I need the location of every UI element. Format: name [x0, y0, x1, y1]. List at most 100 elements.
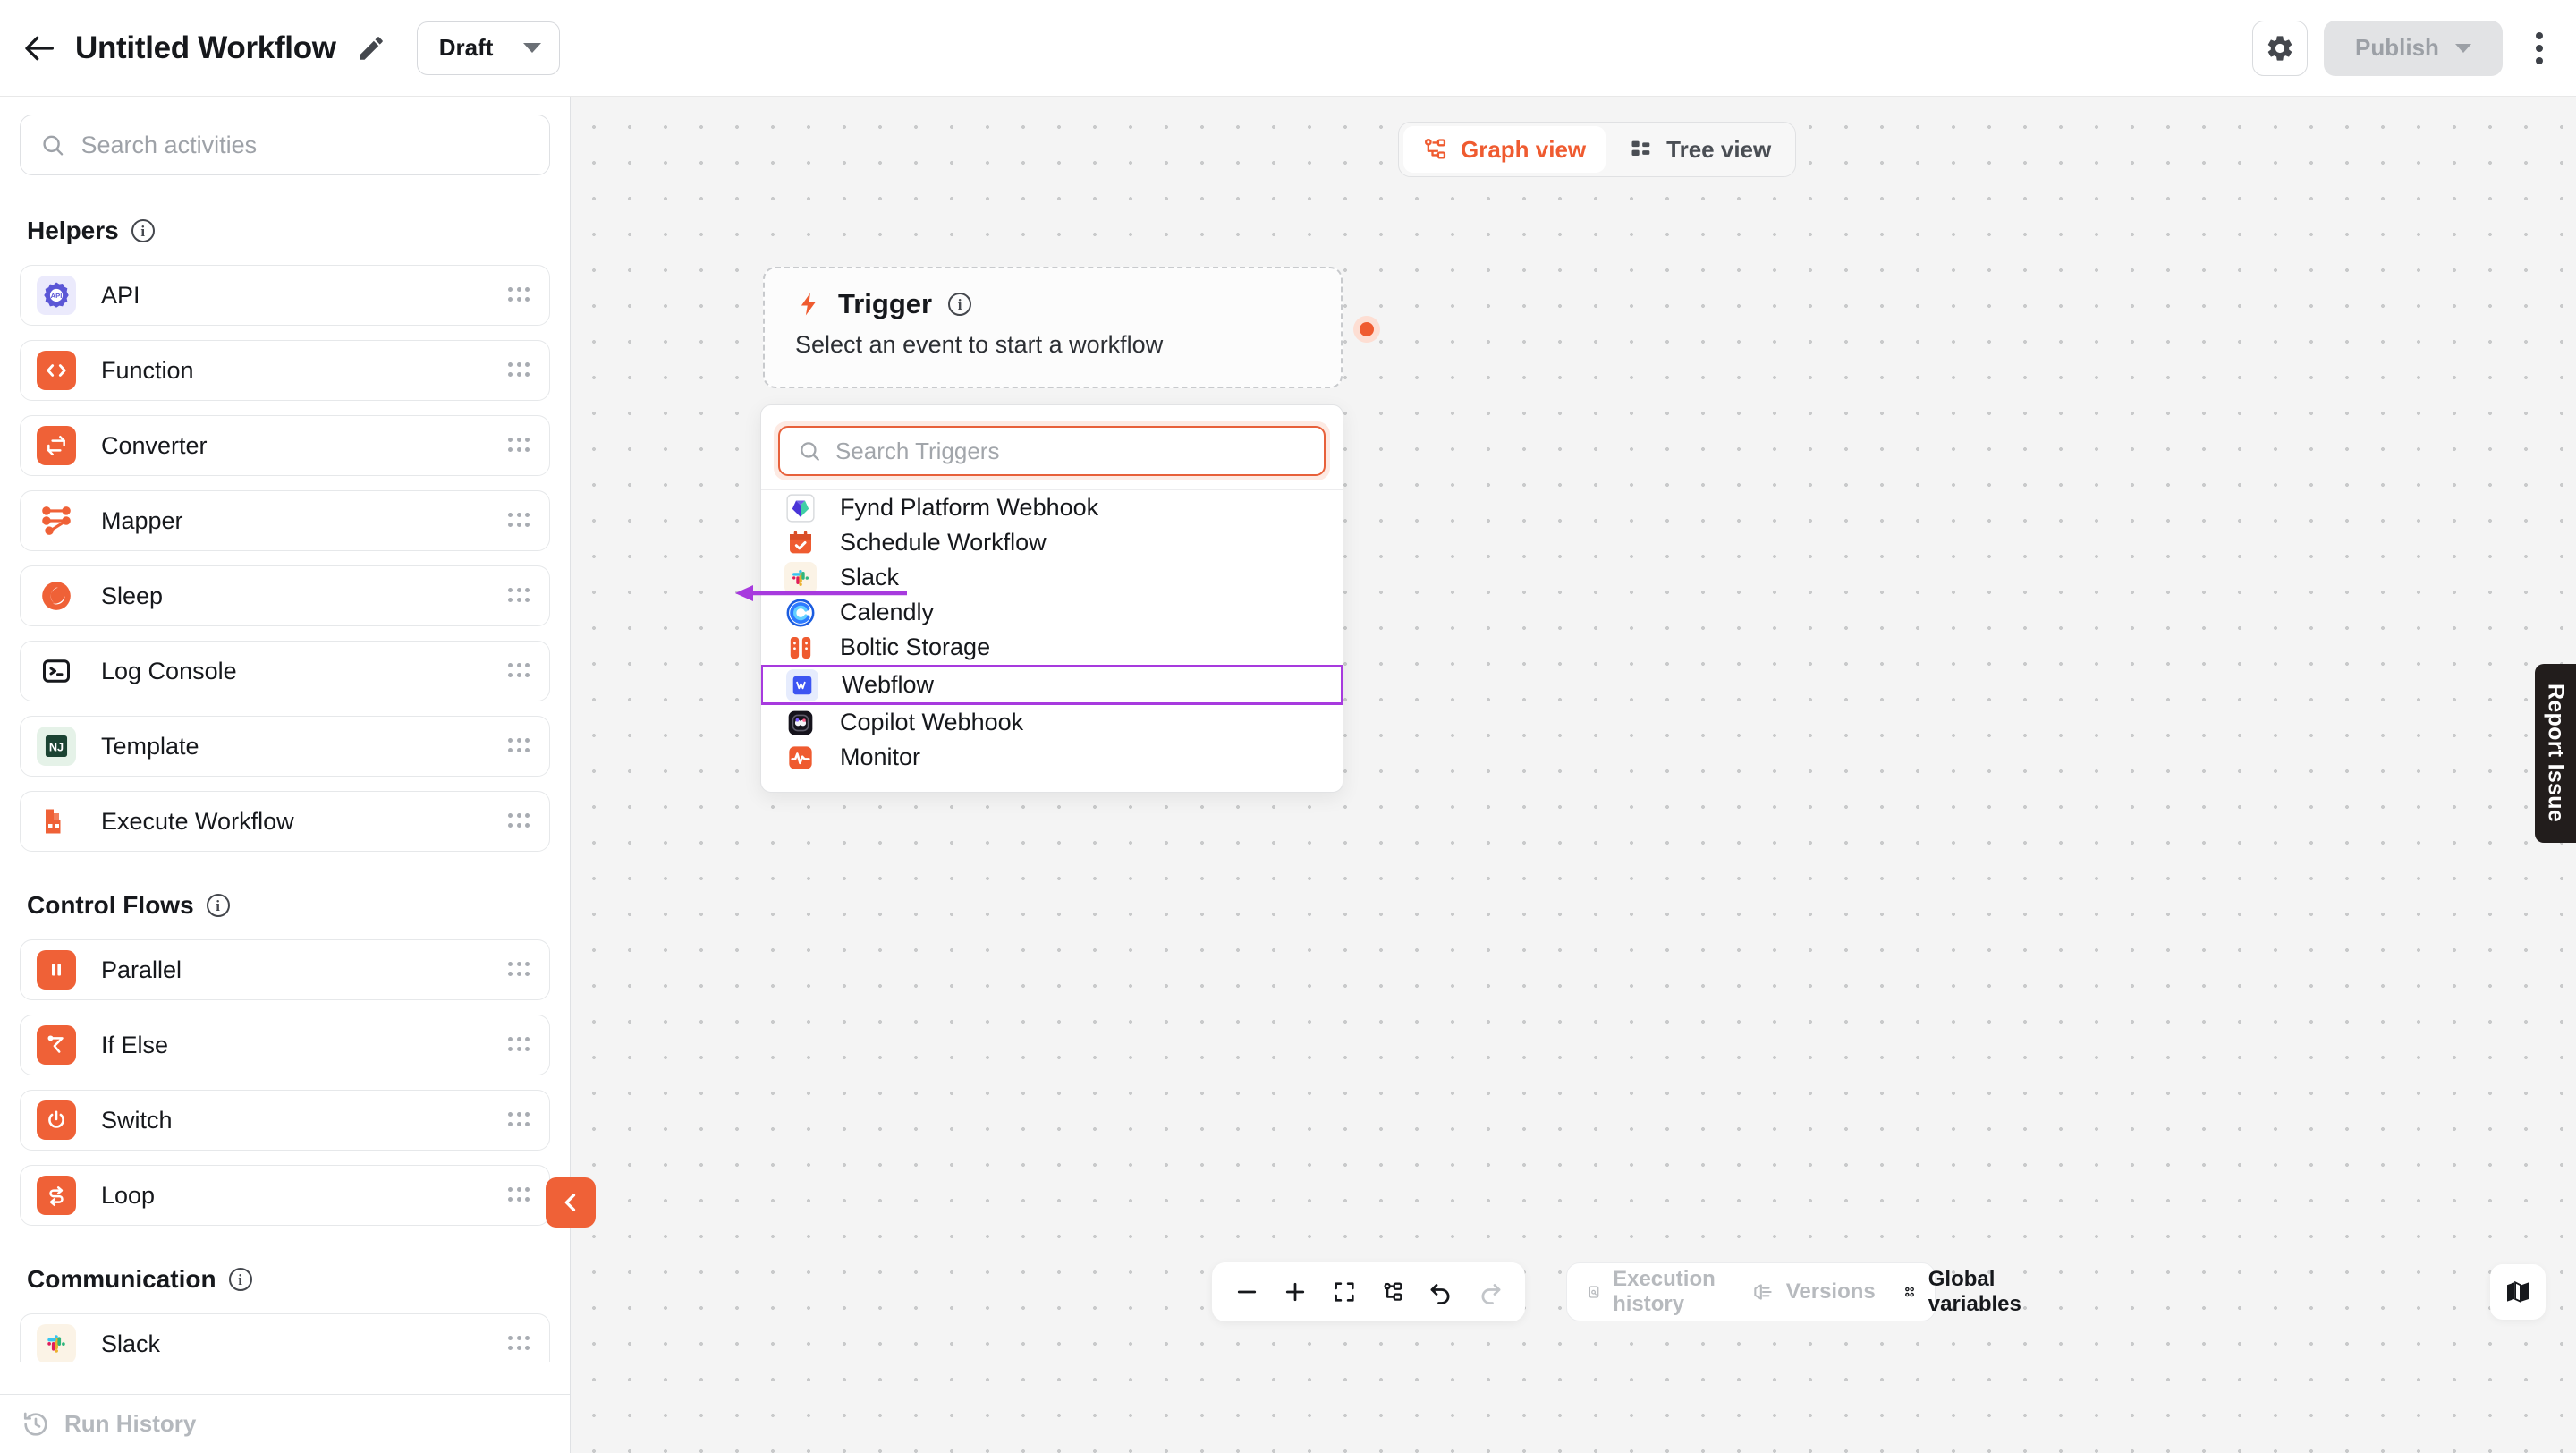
info-icon[interactable]: i — [948, 293, 972, 316]
trigger-item-label: Copilot Webhook — [840, 709, 1024, 735]
bolt-icon — [801, 293, 816, 316]
workflow-canvas[interactable]: Graph view Tree view Trigger i Select an… — [571, 97, 2576, 1453]
redo-icon[interactable] — [1470, 1271, 1511, 1313]
sidebar-item-label: Slack — [101, 1330, 161, 1357]
trigger-item-label: Boltic Storage — [840, 633, 991, 660]
search-activities-box[interactable] — [20, 115, 550, 175]
drag-handle-icon[interactable] — [508, 513, 531, 529]
sidebar-item-log-console[interactable]: Log Console — [20, 641, 550, 701]
publish-button[interactable]: Publish — [2324, 20, 2503, 76]
group-title: Communication — [27, 1265, 216, 1293]
minimap-button[interactable] — [2490, 1264, 2546, 1320]
nunjucks-icon: NJ — [37, 726, 76, 766]
search-activities-input[interactable] — [80, 131, 530, 159]
monitor-pulse-icon — [784, 742, 817, 774]
trigger-item-fynd-platform-webhook[interactable]: Fynd Platform Webhook — [761, 490, 1343, 525]
drag-handle-icon[interactable] — [508, 438, 531, 454]
zoom-out-icon[interactable] — [1226, 1271, 1267, 1313]
pencil-icon[interactable] — [352, 30, 390, 67]
calendar-check-icon — [784, 527, 817, 559]
tab-graph-view[interactable]: Graph view — [1403, 126, 1606, 173]
back-arrow-icon[interactable] — [20, 28, 61, 69]
search-icon — [801, 442, 819, 461]
trigger-item-boltic-storage[interactable]: Boltic Storage — [761, 630, 1343, 665]
drag-handle-icon[interactable] — [508, 1112, 531, 1128]
fit-screen-icon[interactable] — [1324, 1271, 1365, 1313]
undo-icon[interactable] — [1420, 1271, 1462, 1313]
trigger-item-webflow[interactable]: Webflow — [761, 665, 1343, 705]
sidebar-item-label: Converter — [101, 431, 208, 459]
info-icon[interactable]: i — [228, 1268, 252, 1291]
copilot-icon — [784, 707, 817, 739]
trigger-item-copilot-webhook[interactable]: Copilot Webhook — [761, 705, 1343, 740]
sidebar-item-loop[interactable]: Loop — [20, 1165, 550, 1226]
loop-icon — [37, 1176, 76, 1215]
sidebar-item-execute-workflow[interactable]: Execute Workflow — [20, 791, 550, 852]
drag-handle-icon[interactable] — [508, 362, 531, 378]
drag-handle-icon[interactable] — [508, 738, 531, 754]
execution-history-button[interactable]: Execution history — [1587, 1267, 1724, 1317]
node-output-port[interactable] — [1353, 316, 1380, 343]
map-icon — [2507, 1280, 2529, 1304]
moon-icon — [37, 576, 76, 616]
drag-handle-icon[interactable] — [508, 588, 531, 604]
sidebar-item-label: Parallel — [101, 956, 182, 983]
run-history-label: Run History — [64, 1410, 197, 1437]
trigger-list[interactable]: Fynd Platform Webhook Schedule Workflow — [761, 489, 1343, 775]
boltic-storage-icon — [784, 632, 817, 664]
sidebar-item-function[interactable]: Function — [20, 340, 550, 401]
versions-button[interactable]: Versions — [1751, 1279, 1876, 1304]
tab-tree-view[interactable]: Tree view — [1609, 126, 1791, 173]
drag-handle-icon[interactable] — [508, 1187, 531, 1203]
report-issue-tab[interactable]: Report Issue — [2535, 664, 2576, 843]
gear-icon[interactable] — [2252, 20, 2308, 76]
trigger-node[interactable]: Trigger i Select an event to start a wor… — [763, 267, 1343, 388]
trigger-item-label: Fynd Platform Webhook — [840, 494, 1099, 521]
sidebar-collapse-button[interactable] — [546, 1177, 596, 1228]
sidebar-item-template[interactable]: NJ Template — [20, 716, 550, 777]
zoom-toolbar — [1212, 1262, 1525, 1321]
info-icon[interactable]: i — [131, 219, 155, 242]
sidebar-item-label: Log Console — [101, 657, 237, 684]
sidebar-item-label: Function — [101, 356, 194, 384]
sidebar-item-slack[interactable]: Slack — [20, 1313, 550, 1362]
sidebar-item-api[interactable]: API API — [20, 265, 550, 326]
sidebar-item-label: Sleep — [101, 582, 164, 609]
drag-handle-icon[interactable] — [508, 813, 531, 829]
sidebar-item-switch[interactable]: Switch — [20, 1090, 550, 1151]
svg-text:NJ: NJ — [49, 741, 64, 754]
trigger-search-input[interactable] — [835, 437, 1306, 465]
drag-handle-icon[interactable] — [508, 1037, 531, 1053]
meta-label: Global variables — [1928, 1267, 2021, 1316]
trigger-search-box[interactable] — [778, 426, 1326, 476]
sidebar-item-label: API — [101, 281, 140, 309]
fynd-icon — [784, 492, 817, 524]
slack-icon — [37, 1324, 76, 1362]
trigger-item-monitor[interactable]: Monitor — [761, 740, 1343, 775]
sidebar-item-converter[interactable]: Converter — [20, 415, 550, 476]
search-icon — [43, 135, 64, 156]
more-vertical-icon[interactable] — [2521, 21, 2558, 76]
activities-scroll[interactable]: Helpers i API API Function Converter Map… — [0, 191, 570, 1362]
status-dropdown[interactable]: Draft — [416, 21, 560, 75]
sidebar-item-label: Template — [101, 732, 199, 760]
sidebar-item-parallel[interactable]: Parallel — [20, 939, 550, 1000]
mapper-icon — [37, 501, 76, 540]
sidebar-item-sleep[interactable]: Sleep — [20, 565, 550, 626]
trigger-item-schedule-workflow[interactable]: Schedule Workflow — [761, 525, 1343, 560]
sidebar-item-if-else[interactable]: If Else — [20, 1015, 550, 1075]
page-title: Untitled Workflow — [75, 30, 336, 65]
graph-icon — [1424, 138, 1446, 159]
global-variables-button[interactable]: Global variables — [1902, 1267, 2030, 1317]
drag-handle-icon[interactable] — [508, 663, 531, 679]
sidebar-item-mapper[interactable]: Mapper — [20, 490, 550, 551]
drag-handle-icon[interactable] — [508, 1336, 531, 1352]
auto-layout-icon[interactable] — [1372, 1271, 1413, 1313]
info-icon[interactable]: i — [206, 894, 230, 917]
run-history-button[interactable]: Run History — [0, 1394, 570, 1453]
history-icon — [23, 1412, 47, 1436]
drag-handle-icon[interactable] — [508, 287, 531, 303]
zoom-in-icon[interactable] — [1275, 1271, 1316, 1313]
trigger-subtitle: Select an event to start a workflow — [795, 331, 1164, 358]
drag-handle-icon[interactable] — [508, 962, 531, 978]
